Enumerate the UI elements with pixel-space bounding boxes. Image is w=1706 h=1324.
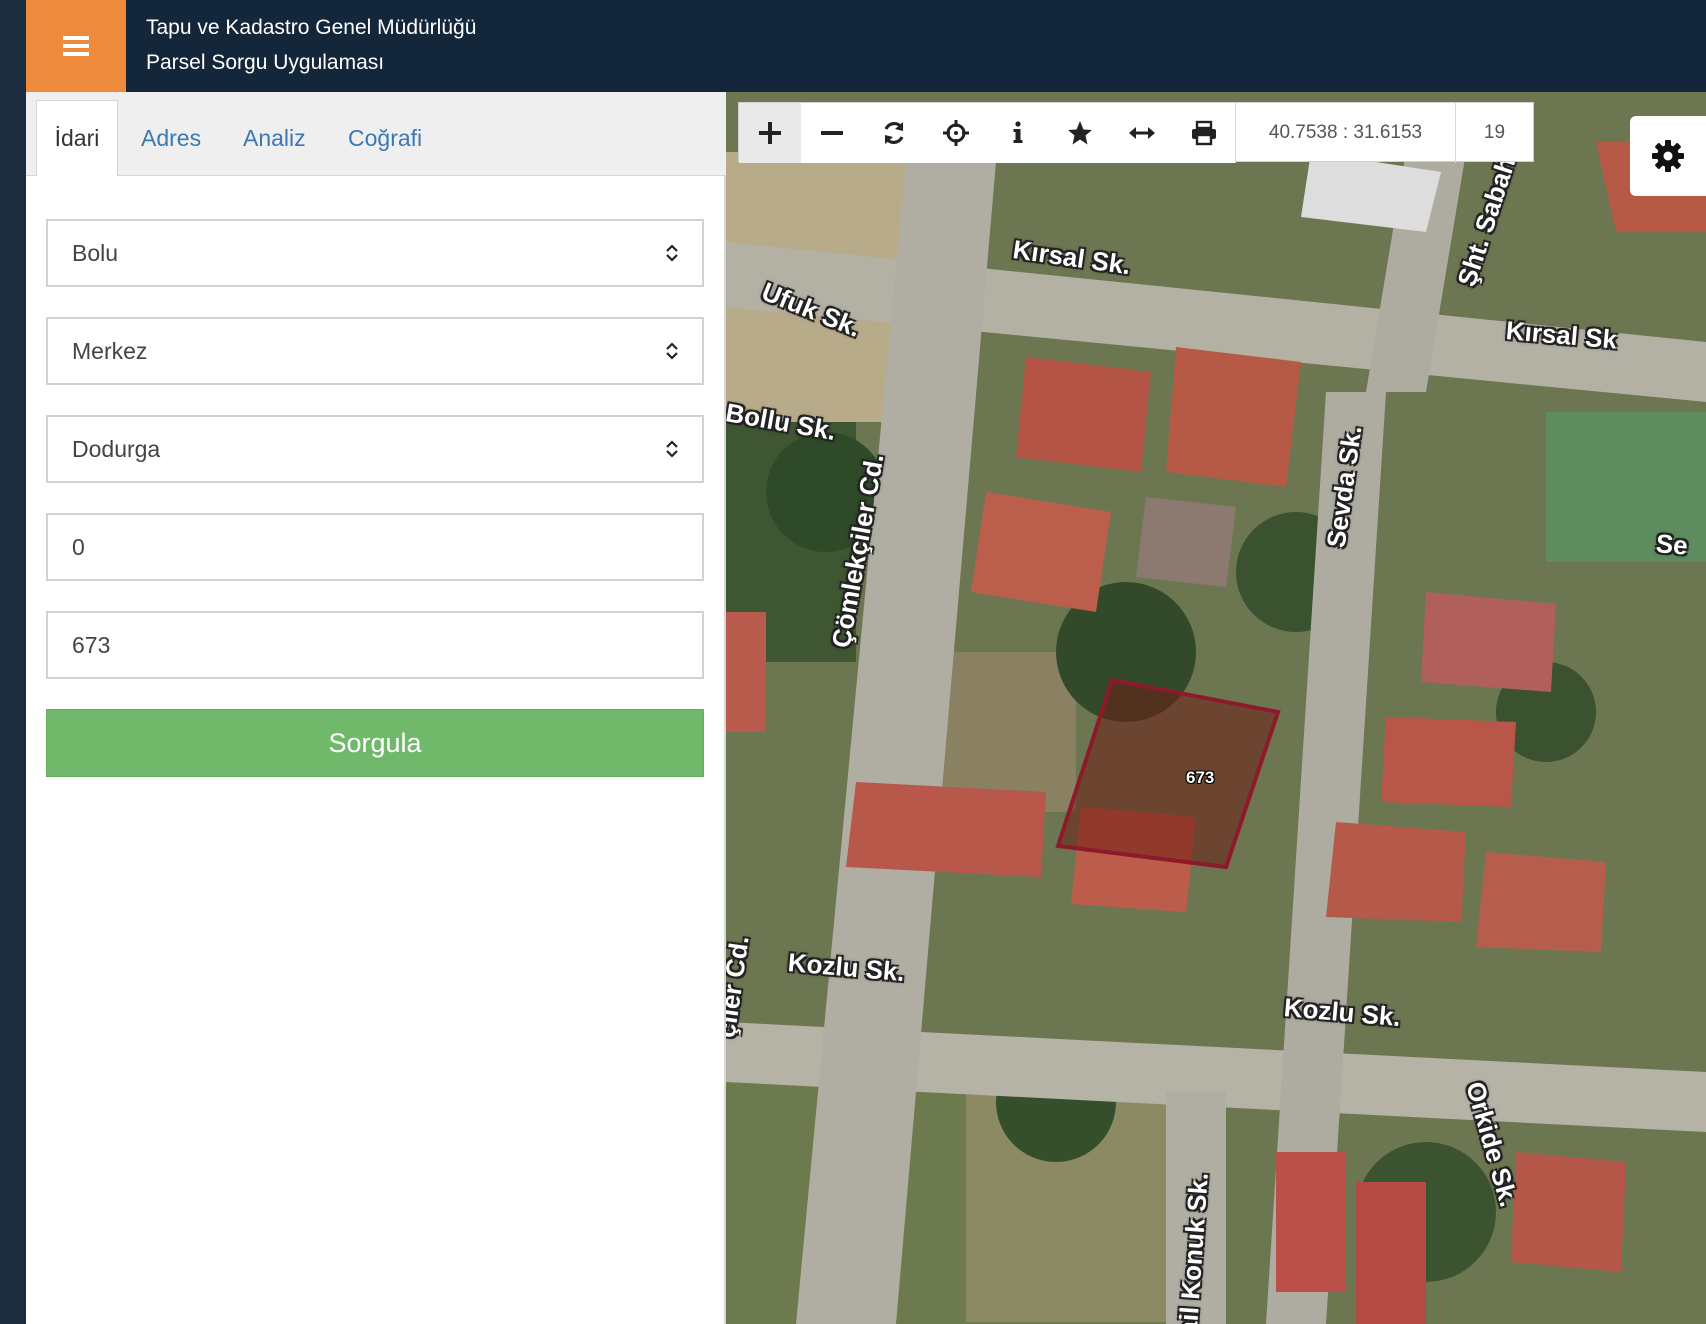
measure-button[interactable]: [1111, 103, 1173, 163]
print-icon: [1192, 120, 1216, 146]
app-name: Parsel Sorgu Uygulaması: [146, 51, 385, 74]
locate-button[interactable]: [925, 103, 987, 163]
info-button[interactable]: [987, 103, 1049, 163]
refresh-button[interactable]: [863, 103, 925, 163]
app-title: Tapu ve Kadastro Genel Müdürlüğü Parsel …: [146, 10, 476, 80]
district-select[interactable]: Merkez: [46, 317, 704, 385]
org-name: Tapu ve Kadastro Genel Müdürlüğü: [146, 16, 477, 39]
favorite-button[interactable]: [1049, 103, 1111, 163]
tab-bar: İdari Adres Analiz Coğrafi: [26, 92, 726, 177]
select-caret-icon: [666, 244, 678, 262]
menu-button[interactable]: [26, 0, 126, 92]
satellite-imagery: [726, 92, 1706, 1324]
zoom-level-readout: 19: [1455, 103, 1533, 163]
zoom-out-button[interactable]: [801, 103, 863, 163]
tab-cografi[interactable]: Coğrafi: [348, 100, 422, 176]
parcel-number-label: 673: [1186, 768, 1215, 787]
province-value: Bolu: [72, 239, 119, 266]
neighborhood-select[interactable]: Dodurga: [46, 415, 704, 483]
block-field[interactable]: [46, 513, 704, 581]
refresh-icon: [884, 122, 904, 144]
block-input[interactable]: [72, 533, 672, 561]
map-toolbar: 40.7538 : 31.6153 19: [738, 102, 1534, 163]
app-window: Tapu ve Kadastro Genel Müdürlüğü Parsel …: [26, 0, 1706, 1324]
star-icon: [1068, 121, 1092, 145]
header-bar: Tapu ve Kadastro Genel Müdürlüğü Parsel …: [26, 0, 1706, 92]
province-select[interactable]: Bolu: [46, 219, 704, 287]
query-panel: İdari Adres Analiz Coğrafi Bolu Merkez D…: [26, 92, 726, 1324]
measure-icon: [1129, 127, 1155, 139]
street-label: Se: [1654, 528, 1690, 561]
map-view[interactable]: Kırsal Sk. Ufuk Sk. Şht. Sabahatt Kırsal…: [726, 92, 1706, 1324]
select-caret-icon: [666, 440, 678, 458]
print-button[interactable]: [1173, 103, 1235, 163]
gear-icon: [1652, 140, 1684, 172]
parcel-field[interactable]: [46, 611, 704, 679]
minus-icon: [821, 131, 843, 135]
tab-analiz[interactable]: Analiz: [243, 100, 306, 176]
crosshair-icon: [943, 120, 969, 146]
coordinate-readout: 40.7538 : 31.6153: [1235, 103, 1455, 163]
plus-icon: [759, 122, 781, 144]
tab-adres[interactable]: Adres: [141, 100, 201, 176]
select-caret-icon: [666, 342, 678, 360]
neighborhood-value: Dodurga: [72, 435, 161, 462]
zoom-in-button[interactable]: [739, 103, 801, 163]
info-icon: [1013, 121, 1023, 143]
tab-idari[interactable]: İdari: [36, 100, 118, 177]
district-value: Merkez: [72, 337, 148, 364]
parcel-input[interactable]: [72, 631, 672, 659]
sorgula-button[interactable]: Sorgula: [46, 709, 704, 777]
settings-button[interactable]: [1630, 116, 1706, 196]
hamburger-icon: [63, 36, 89, 56]
